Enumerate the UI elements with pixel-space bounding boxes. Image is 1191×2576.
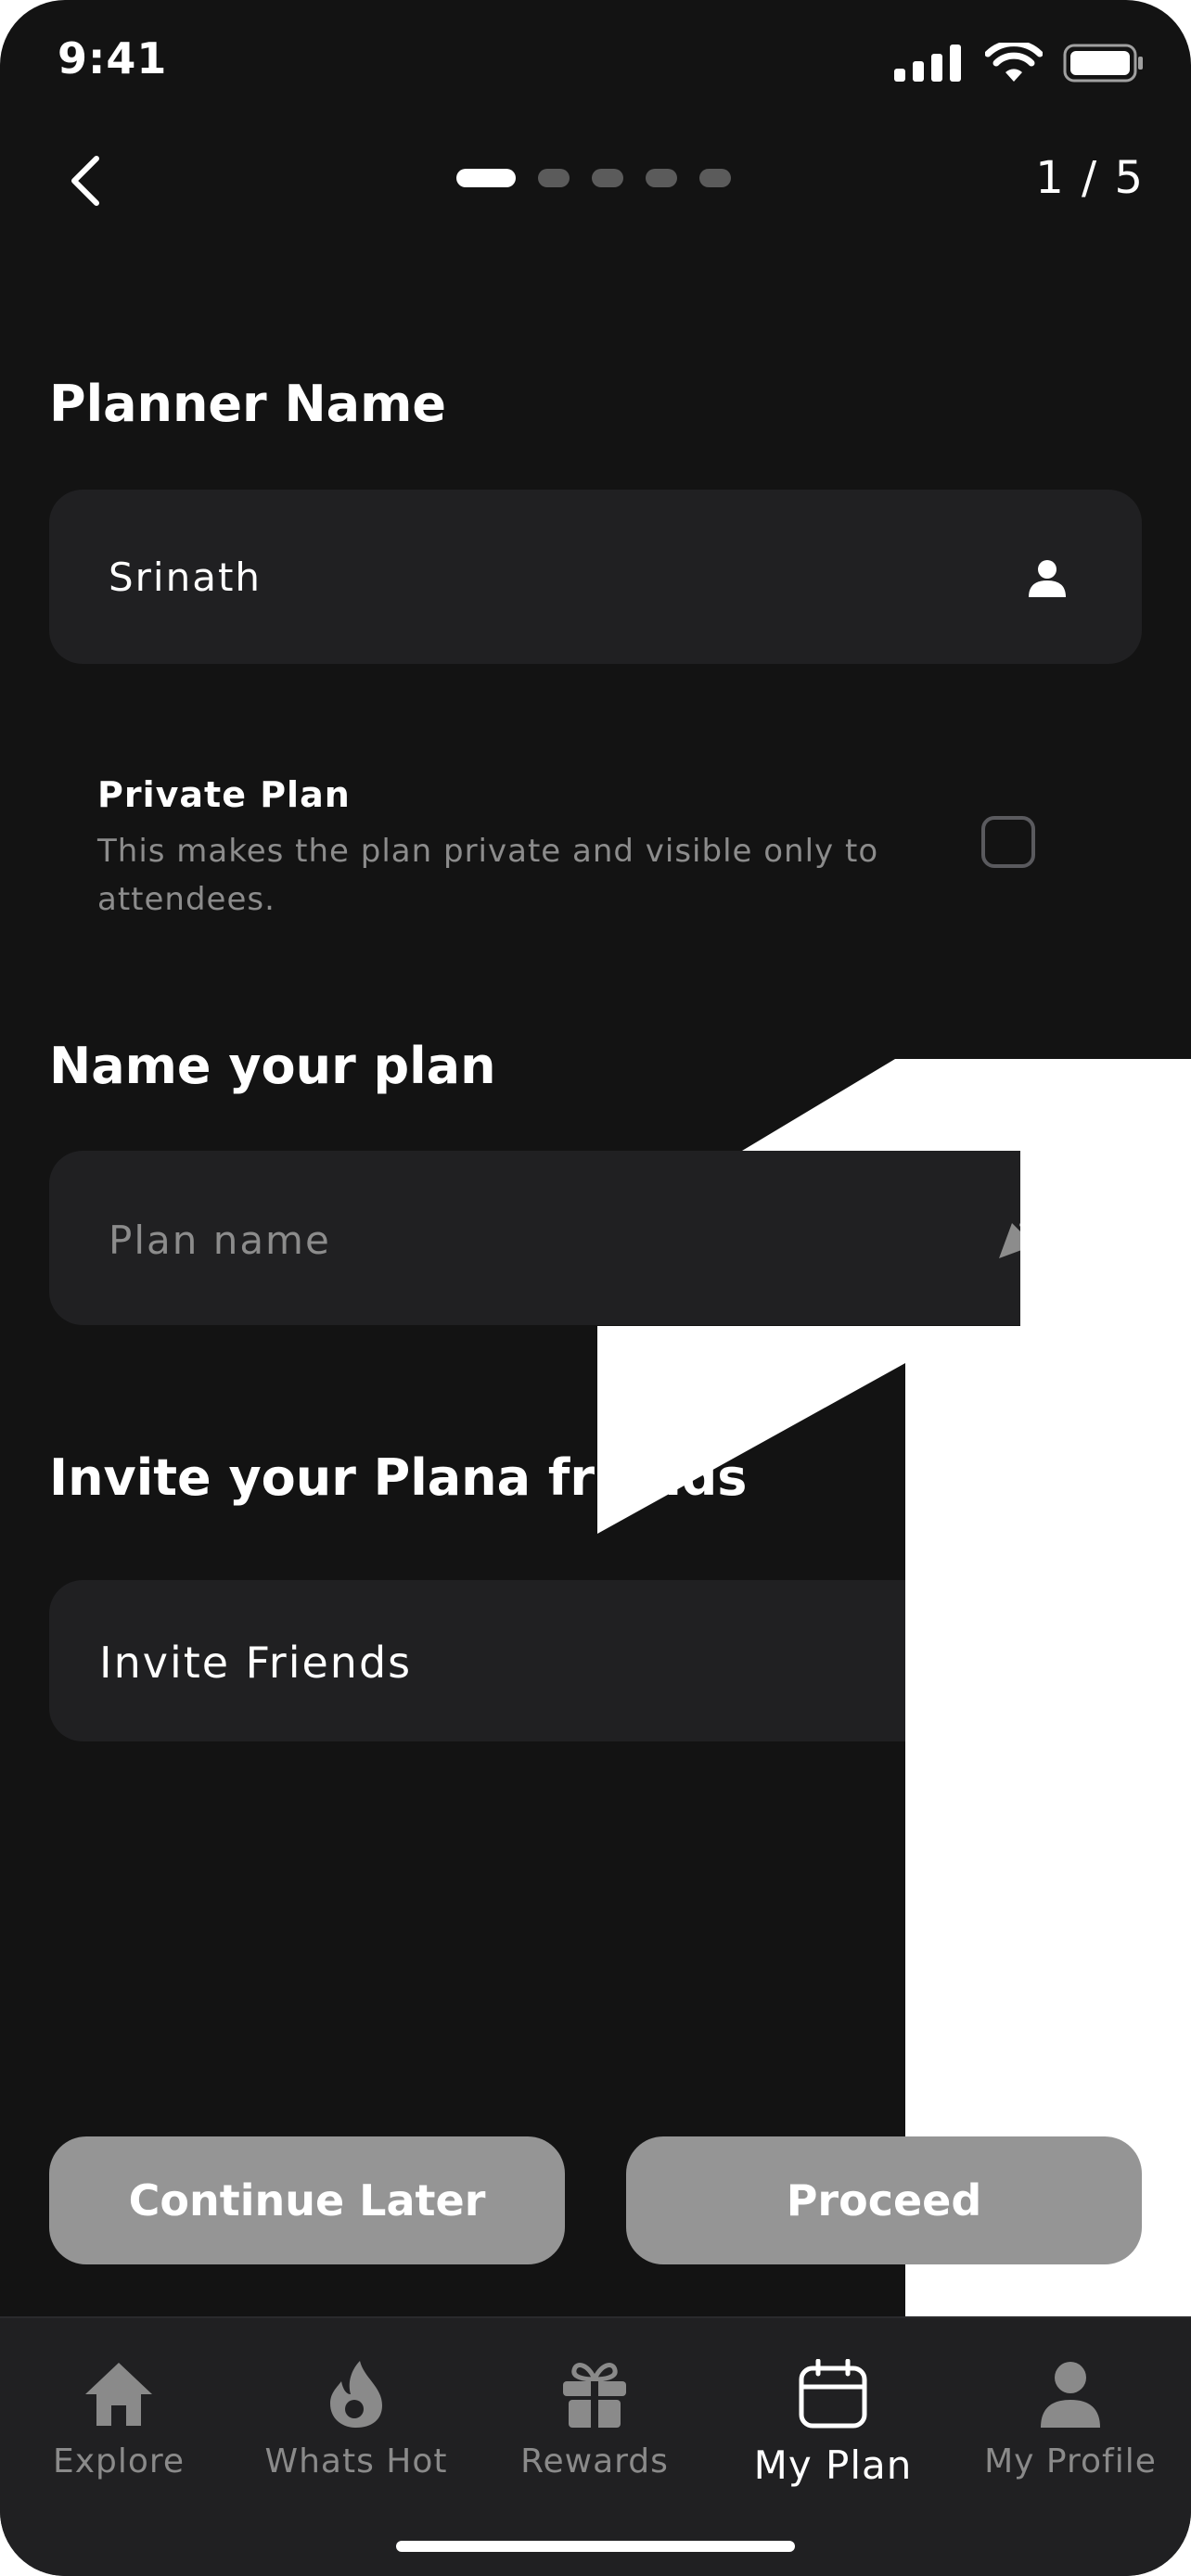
planner-name-field[interactable]: Srinath <box>49 490 1142 664</box>
proceed-button[interactable]: Proceed <box>626 2136 1142 2264</box>
tab-bar: Explore Whats Hot Rewards My Plan My Pro… <box>0 2316 1191 2576</box>
gift-icon <box>563 2363 626 2428</box>
tab-rewards[interactable]: Rewards <box>493 2359 697 2480</box>
invite-friends-text: Invite Friends <box>99 1638 413 1688</box>
private-plan-title: Private Plan <box>97 774 351 815</box>
tab-label: My Plan <box>753 2442 913 2488</box>
tab-explore[interactable]: Explore <box>17 2359 221 2480</box>
user-icon <box>1029 560 1066 597</box>
invite-label: Invite your Plana friends <box>49 1448 748 1507</box>
plan-name-field[interactable]: Plan name <box>49 1151 1142 1325</box>
step-dot <box>592 169 623 187</box>
tab-label: Whats Hot <box>264 2442 448 2480</box>
planner-name-value: Srinath <box>109 555 263 600</box>
status-icons <box>894 43 1145 83</box>
tab-label: Rewards <box>520 2442 669 2480</box>
step-dot <box>699 169 731 187</box>
status-time: 9:41 <box>58 33 168 83</box>
tab-my-plan[interactable]: My Plan <box>731 2359 935 2488</box>
tab-whats-hot[interactable]: Whats Hot <box>254 2359 458 2480</box>
plan-name-placeholder: Plan name <box>109 1218 331 1263</box>
party-popper-icon <box>999 1208 1047 1258</box>
battery-icon <box>1063 44 1143 83</box>
back-button[interactable] <box>58 148 113 213</box>
tab-my-profile[interactable]: My Profile <box>968 2359 1172 2480</box>
signal-icon <box>894 45 961 82</box>
home-indicator <box>396 2541 795 2552</box>
planner-name-label: Planner Name <box>49 375 446 433</box>
home-icon <box>85 2363 152 2426</box>
step-indicator <box>456 169 731 187</box>
app-screen: 9:41 1 / 5 Planner Name Srinath Private … <box>0 0 1191 2576</box>
chevron-left-icon <box>71 156 99 206</box>
status-bar: 9:41 <box>0 0 1191 121</box>
step-count: 1 / 5 <box>1035 152 1145 204</box>
plus-icon <box>1013 1637 1057 1681</box>
profile-icon <box>1041 2362 1100 2428</box>
step-dot-active <box>456 169 516 187</box>
invite-friends-field[interactable]: Invite Friends <box>49 1580 1142 1741</box>
flame-icon <box>330 2361 382 2428</box>
step-dot <box>538 169 570 187</box>
top-bar: 1 / 5 <box>0 139 1191 223</box>
continue-later-button[interactable]: Continue Later <box>49 2136 565 2264</box>
step-dot <box>646 169 677 187</box>
wifi-icon <box>985 43 1043 82</box>
tab-label: My Profile <box>984 2442 1157 2480</box>
private-plan-description: This makes the plan private and visible … <box>97 833 879 918</box>
tab-label: Explore <box>52 2442 186 2480</box>
plan-name-label: Name your plan <box>49 1037 496 1095</box>
calendar-icon <box>799 2359 867 2429</box>
private-plan-checkbox[interactable] <box>981 816 1035 868</box>
